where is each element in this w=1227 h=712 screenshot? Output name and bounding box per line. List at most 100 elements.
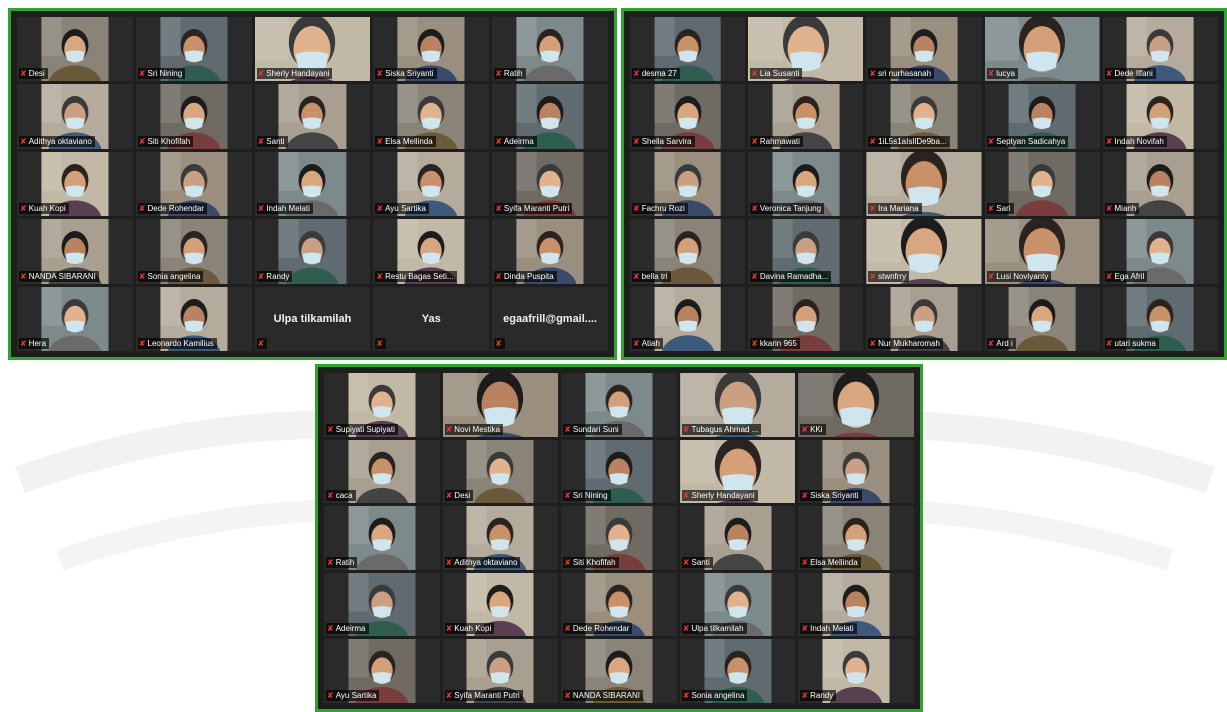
participant-tile[interactable]: ✘ Adeirma [324,572,440,637]
participant-tile[interactable]: ✘ Dede Rohendar [561,572,677,637]
participant-name-tag: ✘ Lia Susanti [750,68,803,80]
participant-tile[interactable]: ✘ Nur Mukharomah [866,286,982,351]
participant-tile[interactable]: ✘ Ulpa tilkamilah [679,572,796,637]
participant-tile[interactable]: Yas ✘ [373,286,490,351]
participant-tile[interactable]: ✘ Novi Mestika [442,373,559,437]
participant-name-tag: ✘ Dede Ilfani [1104,68,1156,80]
participant-tile[interactable]: ✘ Sonia angelina [679,639,796,703]
participant-tile[interactable]: ✘ Veronica Tanjung [748,151,864,217]
participant-tile[interactable]: ✘ NANDA SIBARANI [17,219,133,284]
participant-tile[interactable]: ✘ Davina Ramadha... [748,219,864,284]
participant-tile[interactable]: ✘ Syifa Maranti Putri [442,639,559,703]
participant-tile[interactable]: ✘ Syifa Maranti Putri [492,151,608,217]
participant-tile[interactable]: ✘ Elsa Mellinda [798,506,914,570]
mic-muted-icon: ✘ [327,491,334,501]
participant-tile[interactable]: ✘ kkarin 965 [748,286,864,351]
participant-tile[interactable]: ✘ caca [324,439,440,504]
participant-tile[interactable]: ✘ Lusi Noviyanty [984,219,1100,284]
participant-tile[interactable]: ✘ Adithya oktaviano [442,506,559,570]
participant-tile[interactable]: ✘ stwnfrry [866,219,982,284]
participant-tile[interactable]: ✘ Ard i [984,286,1100,351]
participant-tile[interactable]: ✘ Septyan Sadicahya [984,84,1100,149]
participant-name: Siti Khofifah [147,136,191,146]
participant-tile[interactable]: ✘ Kuah Kopi [442,572,559,637]
participant-tile[interactable]: ✘ Dede Ilfani [1102,17,1218,82]
participant-tile[interactable]: ✘ utari sukma [1102,286,1218,351]
participant-tile[interactable]: ✘ Randy [254,219,371,284]
participant-name: Dede Rohendar [147,204,204,214]
participant-name-tag: ✘ Santi [256,135,288,147]
participant-tile[interactable]: egaafrill@gmail.... ✘ [492,286,608,351]
mic-muted-icon: ✘ [1105,271,1113,281]
participant-tile[interactable]: ✘ Randy [798,639,914,703]
participant-tile[interactable]: ✘ Desi [17,17,133,82]
participant-tile[interactable]: ✘ Mianh [1102,151,1218,217]
mic-muted-icon: ✘ [564,690,571,700]
participant-tile[interactable]: ✘ desma 27 [630,17,746,82]
participant-video [348,439,416,504]
participant-name-tag: ✘ Siti Khofifah [137,135,194,147]
mic-muted-icon: ✘ [327,690,334,700]
participant-tile[interactable]: ✘ KKi [798,373,914,437]
participant-tile[interactable]: ✘ Ega Afril [1102,219,1218,284]
participant-tile[interactable]: ✘ Sari [984,151,1100,217]
mic-muted-icon: ✘ [564,624,571,634]
participant-name-tag: ✘ Siti Khofifah [563,556,619,568]
participant-tile[interactable]: ✘ Desi [442,439,559,504]
participant-tile[interactable]: ✘ NANDA SIBARANI [561,639,677,703]
mic-muted-icon: ✘ [138,271,146,281]
participant-name: Leonardo Kamilius [147,339,214,348]
mic-muted-icon: ✘ [869,136,877,146]
participant-tile[interactable]: Ulpa tilkamilah ✘ [254,286,371,351]
participant-tile[interactable]: ✘ Indah Novifah [1102,84,1218,149]
participant-tile[interactable]: ✘ Sri Nining [561,439,677,504]
participant-tile[interactable]: ✘ Santi [254,84,371,149]
participant-name: Indah Melati [266,204,310,214]
participant-tile[interactable]: ✘ Ayu Sartika [324,639,440,703]
participant-tile[interactable]: ✘ Santi [679,506,796,570]
participant-tile[interactable]: ✘ Rahmawati [748,84,864,149]
participant-tile[interactable]: ✘ Ira Mariana [866,151,982,217]
participant-tile[interactable]: ✘ Sonia angelina [135,219,252,284]
participant-tile[interactable]: ✘ Adithya oktaviano [17,84,133,149]
participant-tile[interactable]: ✘ Siti Khofifah [561,506,677,570]
participant-tile[interactable]: ✘ Ayu Sartika [373,151,490,217]
participant-tile[interactable]: ✘ Restu Bagas Seti... [373,219,490,284]
participant-name-tag: ✘ Dede Rohendar [137,203,207,215]
participant-tile[interactable]: ✘ Sundari Suni [561,373,677,437]
participant-tile[interactable]: ✘ lucya [984,17,1100,82]
participant-name: Ard i [996,339,1013,348]
participant-tile[interactable]: ✘ Indah Melati [798,572,914,637]
participant-name: NANDA SIBARANI [572,690,641,700]
participant-tile[interactable]: ✘ Ratih [492,17,608,82]
participant-tile[interactable]: ✘ bella tri [630,219,746,284]
participant-tile[interactable]: ✘ Leonardo Kamilius [135,286,252,351]
participant-tile[interactable]: ✘ Kuah Kopi [17,151,133,217]
participant-name-tag: ✘ Dinda Puspita [494,270,557,282]
participant-tile[interactable]: ✘ Siska Sriyanti [798,439,914,504]
participant-tile[interactable]: ✘ Dinda Puspita [492,219,608,284]
participant-name: stwnfrry [878,271,907,281]
participant-tile[interactable]: ✘ Tubagus Ahmad ... [679,373,796,437]
participant-tile[interactable]: ✘ sri nurhasanah [866,17,982,82]
participant-tile[interactable]: ✘ 1iL5s1aIsIlDe9ba... [866,84,982,149]
participant-tile[interactable]: ✘ Sherly Handayani [254,17,371,82]
participant-tile[interactable]: ✘ Siti Khofifah [135,84,252,149]
participant-name-tag: ✘ Sri Nining [137,68,186,80]
mic-muted-icon: ✘ [564,557,571,567]
participant-tile[interactable]: ✘ Sri Nining [135,17,252,82]
participant-tile[interactable]: ✘ Adeirma [492,84,608,149]
participant-tile[interactable]: ✘ Supiyati Supiyati [324,373,440,437]
participant-tile[interactable]: ✘ Fachru Rozi [630,151,746,217]
participant-tile[interactable]: ✘ Shella Sarvira [630,84,746,149]
participant-tile[interactable]: ✘ Sherly Handayani [679,439,796,504]
participant-name: Tubagus Ahmad ... [691,424,759,434]
participant-tile[interactable]: ✘ Atiah [630,286,746,351]
participant-tile[interactable]: ✘ Hera [17,286,133,351]
participant-tile[interactable]: ✘ Dede Rohendar [135,151,252,217]
participant-tile[interactable]: ✘ Siska Sriyanti [373,17,490,82]
participant-tile[interactable]: ✘ Indah Melati [254,151,371,217]
participant-tile[interactable]: ✘ Lia Susanti [748,17,864,82]
participant-tile[interactable]: ✘ Ratih [324,506,440,570]
participant-tile[interactable]: ✘ Elsa Mellinda [373,84,490,149]
